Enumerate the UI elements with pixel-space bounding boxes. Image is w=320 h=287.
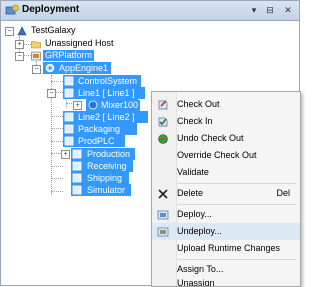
menu-separator bbox=[178, 259, 296, 260]
tree-node-mixer100[interactable]: Mixer100 bbox=[99, 100, 141, 111]
collapse-toggle[interactable]: − bbox=[15, 52, 24, 61]
pin-icon[interactable]: ⊟ bbox=[263, 3, 277, 17]
tree-node-grplatform[interactable]: GRPlatform bbox=[43, 50, 95, 61]
tree-node-unassigned-host[interactable]: Unassigned Host bbox=[43, 38, 116, 49]
menu-item-upload-runtime-changes[interactable]: Upload Runtime Changes bbox=[152, 240, 300, 257]
menu-item-check-out[interactable]: Check Out bbox=[152, 96, 300, 113]
menu-item-deploy[interactable]: Deploy... bbox=[152, 206, 300, 223]
plc-icon bbox=[64, 136, 74, 146]
menu-item-check-in[interactable]: Check In bbox=[152, 113, 300, 130]
line-object-icon bbox=[64, 88, 74, 98]
engine-icon bbox=[45, 63, 55, 73]
object-icon bbox=[72, 185, 82, 195]
collapse-toggle[interactable]: − bbox=[47, 89, 56, 98]
tree-node-appengine1[interactable]: AppEngine1 bbox=[57, 63, 111, 74]
tree-node-line2[interactable]: Line2 [ Line2 ] bbox=[76, 112, 137, 123]
expand-toggle[interactable]: + bbox=[15, 40, 24, 49]
expand-toggle[interactable]: + bbox=[73, 101, 82, 110]
menu-item-undo-check-out[interactable]: Undo Check Out bbox=[152, 130, 300, 147]
tree-node-line1[interactable]: Line1 [ Line1 ] bbox=[76, 88, 137, 99]
menu-item-undeploy[interactable]: Undeploy... bbox=[152, 223, 300, 240]
object-icon bbox=[72, 161, 82, 171]
menu-item-validate[interactable]: Validate bbox=[152, 164, 300, 181]
menu-item-override-check-out[interactable]: Override Check Out bbox=[152, 147, 300, 164]
tree-node-shipping[interactable]: Shipping bbox=[85, 173, 125, 184]
tree-node-prodplc[interactable]: ProdPLC bbox=[76, 136, 117, 147]
galaxy-icon bbox=[17, 26, 27, 36]
object-icon bbox=[72, 173, 82, 183]
panel-title: Deployment bbox=[22, 4, 80, 15]
tree-node-simulator[interactable]: Simulator bbox=[85, 185, 128, 196]
line-object-icon bbox=[64, 112, 74, 122]
expand-toggle[interactable]: + bbox=[61, 150, 70, 159]
collapse-toggle[interactable]: − bbox=[32, 65, 41, 74]
tree-node-controlsystem[interactable]: ControlSystem bbox=[76, 76, 140, 87]
check-out-icon bbox=[158, 100, 168, 110]
object-icon bbox=[64, 76, 74, 86]
check-in-icon bbox=[158, 117, 168, 127]
menu-separator bbox=[178, 204, 296, 205]
undo-check-out-icon bbox=[158, 134, 168, 144]
dropdown-icon[interactable]: ▾ bbox=[247, 3, 261, 17]
object-icon bbox=[64, 124, 74, 134]
platform-icon bbox=[31, 51, 41, 61]
context-menu: Check Out Check In Undo Check Out Overri… bbox=[151, 91, 301, 287]
deployment-icon bbox=[5, 4, 19, 15]
tree-node-receiving[interactable]: Receiving bbox=[85, 161, 129, 172]
undeploy-icon bbox=[157, 227, 169, 237]
deployment-panel: Deployment ▾ ⊟ ✕ − TestGalaxy + Unassign… bbox=[0, 0, 301, 287]
tree-node-production[interactable]: Production bbox=[85, 149, 133, 160]
close-icon[interactable]: ✕ bbox=[281, 3, 295, 17]
menu-item-delete[interactable]: Delete Del bbox=[152, 185, 300, 202]
tree-node-packaging[interactable]: Packaging bbox=[76, 124, 123, 135]
collapse-toggle[interactable]: − bbox=[5, 27, 14, 36]
folder-icon bbox=[31, 41, 41, 49]
menu-item-assign-to[interactable]: Assign To... bbox=[152, 261, 300, 278]
mixer-icon bbox=[88, 100, 98, 110]
object-icon bbox=[72, 149, 82, 159]
panel-titlebar: Deployment ▾ ⊟ ✕ bbox=[1, 1, 299, 21]
tree-node-testgalaxy[interactable]: TestGalaxy bbox=[29, 25, 78, 36]
menu-separator bbox=[178, 183, 296, 184]
deploy-icon bbox=[157, 210, 169, 220]
delete-icon bbox=[158, 189, 168, 199]
